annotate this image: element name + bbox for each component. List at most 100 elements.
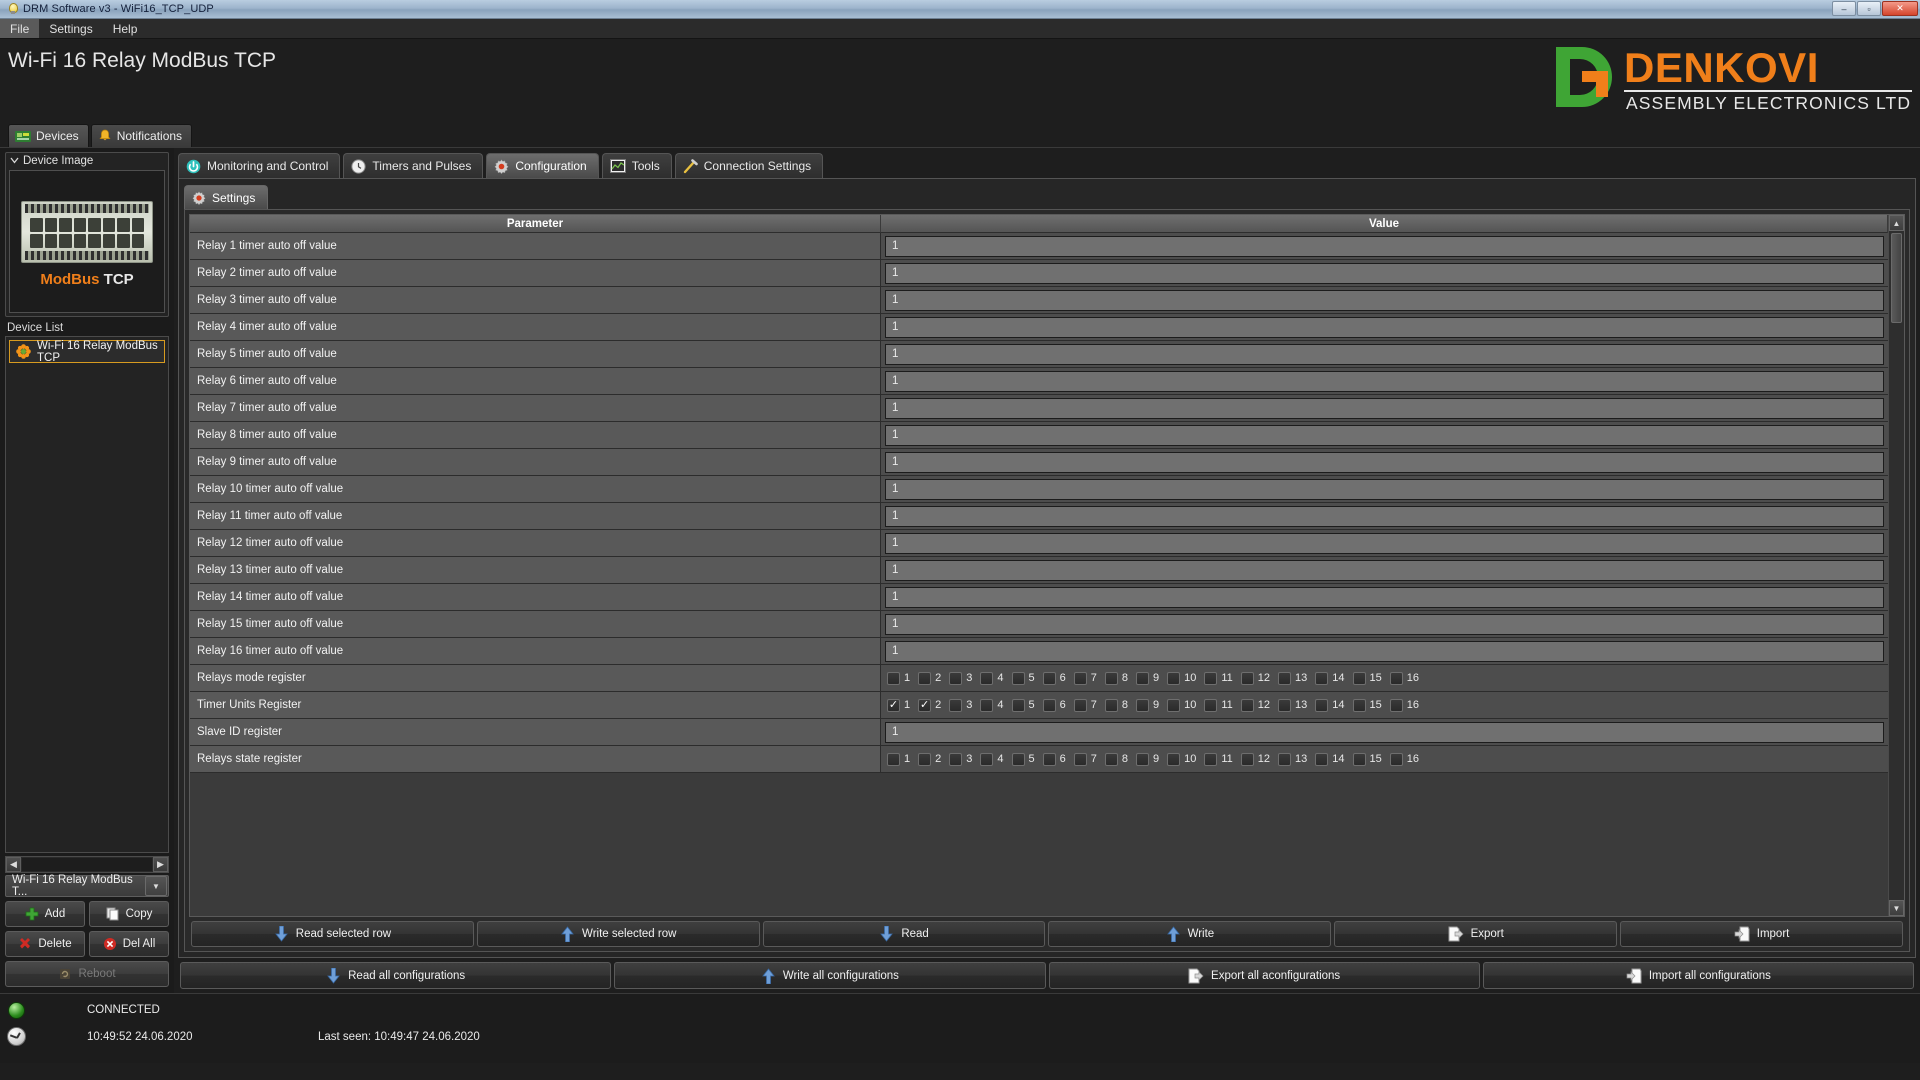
- checkbox-14[interactable]: [1315, 752, 1329, 766]
- checkbox-11[interactable]: [1204, 698, 1218, 712]
- checkbox-15[interactable]: [1352, 752, 1366, 766]
- checkbox-item[interactable]: 8: [1104, 752, 1128, 766]
- checkbox-8[interactable]: [1104, 698, 1118, 712]
- device-type-combobox[interactable]: Wi-Fi 16 Relay ModBus T... ▼: [5, 874, 169, 898]
- checkbox-2[interactable]: [918, 671, 932, 685]
- checkbox-9[interactable]: [1136, 752, 1149, 766]
- checkbox-4[interactable]: [980, 752, 994, 766]
- value-input[interactable]: 1: [885, 721, 1884, 743]
- menu-item-help[interactable]: Help: [103, 19, 148, 38]
- value-input[interactable]: 1: [885, 559, 1884, 581]
- checkbox-item[interactable]: 3: [949, 671, 972, 685]
- value-input[interactable]: 1: [885, 316, 1884, 338]
- checkbox-8[interactable]: [1104, 752, 1118, 766]
- checkbox-3[interactable]: [949, 752, 963, 766]
- import-button[interactable]: Import: [1620, 921, 1903, 947]
- checkbox-16[interactable]: [1389, 698, 1403, 712]
- checkbox-12[interactable]: [1240, 671, 1254, 685]
- table-row[interactable]: Relay 10 timer auto off value 1: [190, 476, 1888, 503]
- checkbox-item[interactable]: 14: [1315, 752, 1345, 766]
- tab-notifications[interactable]: Notifications: [90, 124, 193, 147]
- reboot-button[interactable]: Reboot: [5, 961, 169, 987]
- minimize-button[interactable]: –: [1832, 1, 1856, 16]
- checkbox-1[interactable]: [887, 671, 900, 685]
- table-row[interactable]: Relay 9 timer auto off value 1: [190, 449, 1888, 476]
- checkbox-item[interactable]: 6: [1042, 671, 1066, 685]
- checkbox-7[interactable]: [1073, 752, 1087, 766]
- delete-button[interactable]: Delete: [5, 931, 85, 957]
- checkbox-item[interactable]: 10: [1167, 671, 1196, 685]
- device-list[interactable]: Wi-Fi 16 Relay ModBus TCP: [5, 336, 169, 853]
- value-input[interactable]: 1: [885, 289, 1884, 311]
- checkbox-item[interactable]: 1: [887, 671, 910, 685]
- checkbox-6[interactable]: [1042, 671, 1056, 685]
- table-row[interactable]: Relay 3 timer auto off value 1: [190, 287, 1888, 314]
- menu-item-settings[interactable]: Settings: [39, 19, 102, 38]
- checkbox-5[interactable]: [1011, 752, 1025, 766]
- list-item[interactable]: Wi-Fi 16 Relay ModBus TCP: [9, 340, 165, 364]
- table-vertical-scrollbar[interactable]: ▲ ▼: [1888, 215, 1904, 916]
- table-row[interactable]: Relay 14 timer auto off value 1: [190, 584, 1888, 611]
- checkbox-item[interactable]: 4: [980, 698, 1004, 712]
- export-all-aconfigurations-button[interactable]: Export all aconfigurations: [1048, 962, 1480, 989]
- checkbox-item[interactable]: 5: [1011, 752, 1035, 766]
- checkbox-3[interactable]: [949, 698, 963, 712]
- checkbox-item[interactable]: 14: [1315, 671, 1345, 685]
- checkbox-6[interactable]: [1042, 752, 1056, 766]
- value-input[interactable]: 1: [885, 505, 1884, 527]
- table-row[interactable]: Relay 12 timer auto off value 1: [190, 530, 1888, 557]
- checkbox-1[interactable]: ✓: [887, 698, 900, 712]
- table-row[interactable]: Relay 2 timer auto off value 1: [190, 260, 1888, 287]
- scroll-track[interactable]: [22, 858, 152, 871]
- copy-button[interactable]: Copy: [89, 901, 169, 927]
- checkbox-item[interactable]: 12: [1240, 671, 1270, 685]
- scroll-thumb[interactable]: [1891, 233, 1902, 323]
- export-button[interactable]: Export: [1334, 921, 1618, 947]
- checkbox-item[interactable]: 15: [1352, 671, 1382, 685]
- read-selected-row-button[interactable]: Read selected row: [191, 921, 474, 947]
- checkbox-item[interactable]: 7: [1073, 698, 1097, 712]
- chevron-down-icon[interactable]: ▼: [145, 876, 167, 896]
- checkbox-item[interactable]: 15: [1352, 698, 1382, 712]
- read-button[interactable]: Read: [762, 921, 1046, 947]
- value-input[interactable]: 1: [885, 397, 1884, 419]
- checkbox-item[interactable]: 16: [1389, 698, 1419, 712]
- checkbox-item[interactable]: 6: [1042, 752, 1066, 766]
- device-list-hscrollbar[interactable]: ◀ ▶: [5, 856, 169, 873]
- value-input[interactable]: 1: [885, 262, 1884, 284]
- checkbox-12[interactable]: [1240, 698, 1254, 712]
- checkbox-2[interactable]: ✓: [918, 698, 932, 712]
- checkbox-item[interactable]: 6: [1042, 698, 1066, 712]
- checkbox-16[interactable]: [1389, 671, 1403, 685]
- checkbox-item[interactable]: 8: [1104, 671, 1128, 685]
- table-row[interactable]: Relay 15 timer auto off value 1: [190, 611, 1888, 638]
- scroll-down-icon[interactable]: ▼: [1889, 900, 1904, 916]
- checkbox-14[interactable]: [1315, 671, 1329, 685]
- add-button[interactable]: Add: [5, 901, 85, 927]
- checkbox-item[interactable]: 16: [1389, 752, 1419, 766]
- checkbox-8[interactable]: [1104, 671, 1118, 685]
- write-button[interactable]: Write: [1048, 921, 1332, 947]
- checkbox-item[interactable]: 13: [1278, 698, 1307, 712]
- checkbox-9[interactable]: [1136, 698, 1149, 712]
- checkbox-4[interactable]: [980, 671, 994, 685]
- table-row[interactable]: Relays state register 1 2 3 4 5 6 7 8 9 10 11 12 13 14…: [190, 746, 1888, 773]
- table-row[interactable]: Relay 8 timer auto off value 1: [190, 422, 1888, 449]
- checkbox-item[interactable]: 11: [1204, 671, 1233, 685]
- checkbox-10[interactable]: [1167, 752, 1181, 766]
- checkbox-item[interactable]: 8: [1104, 698, 1128, 712]
- checkbox-item[interactable]: ✓ 2: [918, 698, 941, 712]
- table-row[interactable]: Relays mode register 1 2 3 4 5 6 7 8 9 10 11 12 13 14 1…: [190, 665, 1888, 692]
- checkbox-item[interactable]: 13: [1278, 752, 1307, 766]
- delete-all-button[interactable]: Del All: [89, 931, 169, 957]
- scroll-up-icon[interactable]: ▲: [1889, 215, 1904, 231]
- checkbox-13[interactable]: [1278, 752, 1292, 766]
- checkbox-item[interactable]: 2: [918, 671, 941, 685]
- table-row[interactable]: Relay 5 timer auto off value 1: [190, 341, 1888, 368]
- checkbox-7[interactable]: [1073, 698, 1087, 712]
- checkbox-item[interactable]: 3: [949, 698, 972, 712]
- value-input[interactable]: 1: [885, 586, 1884, 608]
- checkbox-11[interactable]: [1204, 752, 1218, 766]
- value-input[interactable]: 1: [885, 532, 1884, 554]
- value-input[interactable]: 1: [885, 424, 1884, 446]
